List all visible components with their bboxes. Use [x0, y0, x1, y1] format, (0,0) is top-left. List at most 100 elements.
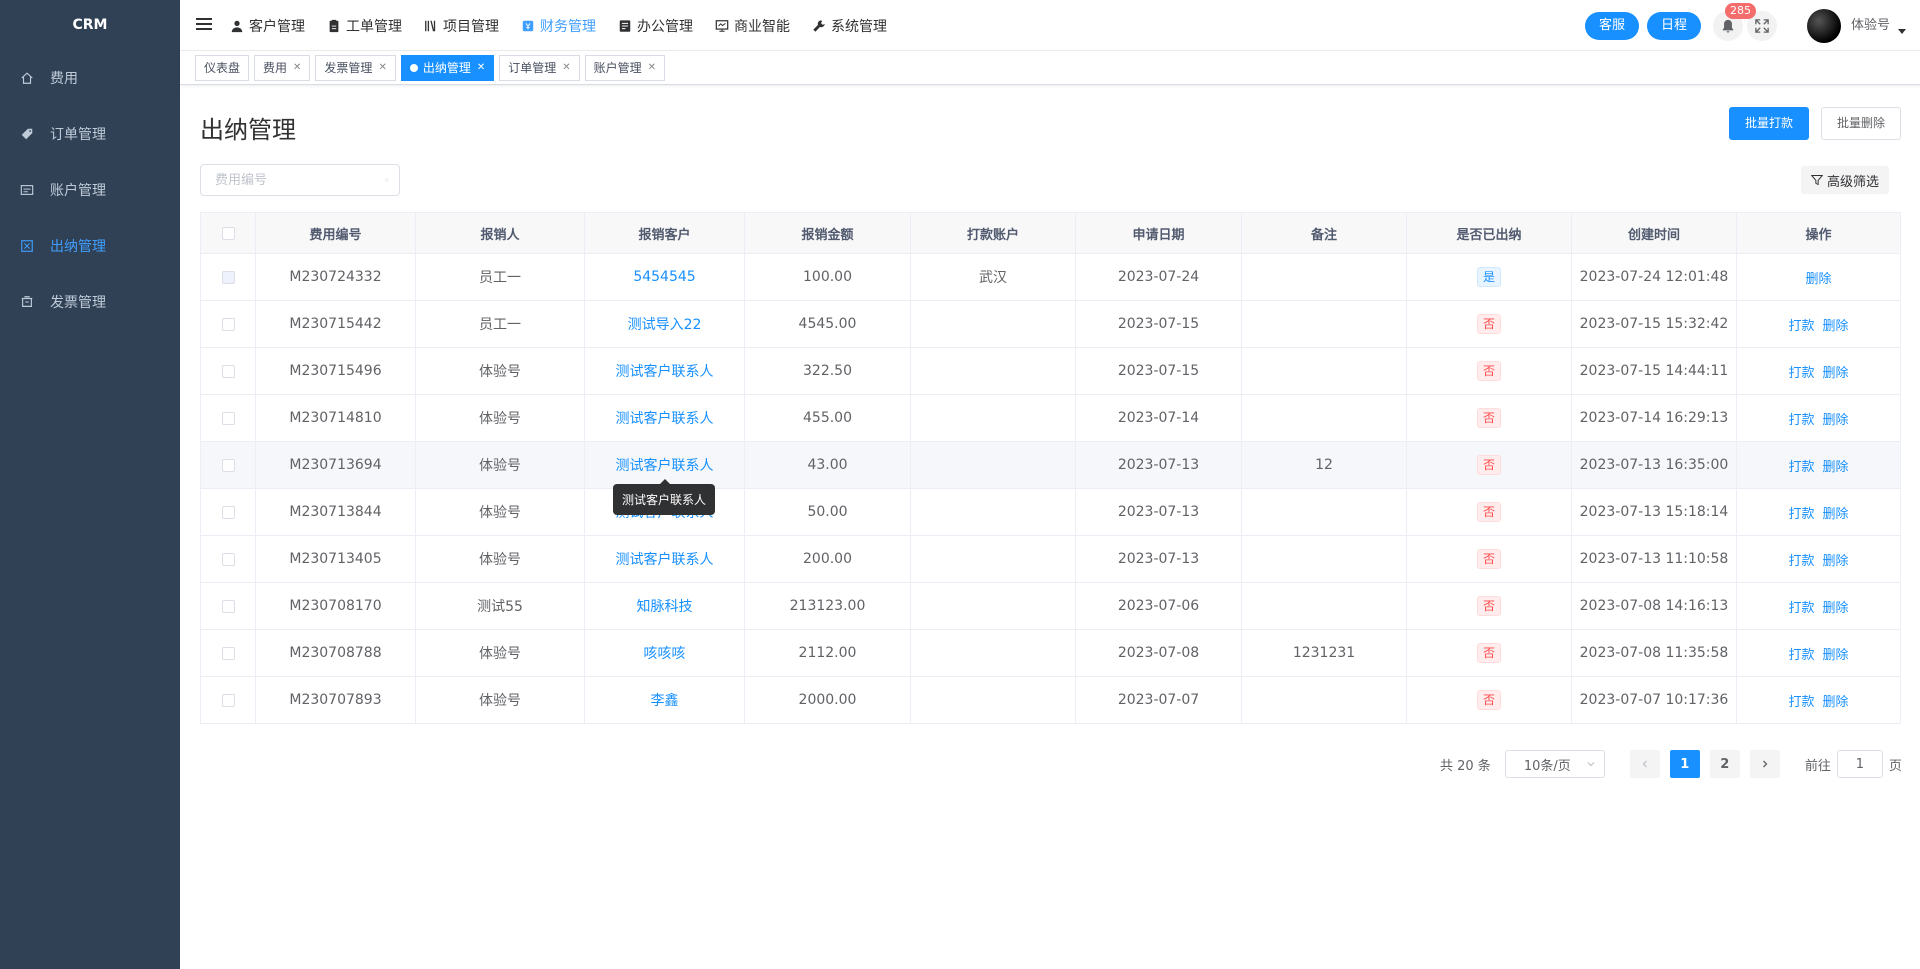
- actions-cell: 打款 删除: [1736, 394, 1901, 442]
- note: 1231231: [1241, 629, 1407, 677]
- customer-service-button[interactable]: 客服: [1584, 11, 1639, 40]
- note: [1241, 347, 1407, 395]
- note: [1241, 535, 1407, 583]
- book-icon: [424, 19, 438, 33]
- tag-4[interactable]: 订单管理 ✕: [499, 54, 580, 81]
- top-menu-label: 财务管理: [540, 18, 596, 35]
- pay-link[interactable]: 打款: [1788, 554, 1814, 569]
- app-logo: CRM: [72, 17, 108, 33]
- customer-link[interactable]: 李鑫: [651, 693, 679, 709]
- row-checkbox[interactable]: [221, 693, 235, 707]
- batch-delete-button[interactable]: 批量删除: [1821, 107, 1902, 140]
- delete-link[interactable]: 删除: [1823, 413, 1849, 428]
- row-select-cell: [200, 300, 256, 348]
- row-checkbox[interactable]: [221, 458, 235, 472]
- top-menu-item-5[interactable]: 商业智能: [715, 16, 790, 36]
- row-checkbox[interactable]: [221, 599, 235, 613]
- customer-link[interactable]: 测试客户联系人: [616, 411, 714, 427]
- note: 12: [1241, 441, 1407, 489]
- pay-link[interactable]: 打款: [1788, 648, 1814, 663]
- close-icon[interactable]: ✕: [293, 56, 301, 80]
- pay-link[interactable]: 打款: [1788, 319, 1814, 334]
- expense-code: M230724332: [255, 253, 416, 301]
- customer-link[interactable]: 知脉科技: [637, 599, 693, 615]
- tag-5[interactable]: 账户管理 ✕: [584, 54, 666, 81]
- delete-link[interactable]: 删除: [1823, 460, 1849, 475]
- page-number-button[interactable]: 2: [1709, 750, 1740, 778]
- delete-link[interactable]: 删除: [1823, 648, 1849, 663]
- customer-link[interactable]: 测试客户联系人: [616, 364, 714, 380]
- top-menu-item-3[interactable]: 财务管理: [521, 16, 596, 36]
- delete-link[interactable]: 删除: [1823, 319, 1849, 334]
- customer-link[interactable]: 咳咳咳: [644, 646, 686, 662]
- home-icon: [20, 71, 34, 85]
- sidebar-item-4[interactable]: 发票管理: [0, 274, 180, 330]
- username[interactable]: 体验号: [1851, 14, 1890, 33]
- pay-link[interactable]: 打款: [1788, 695, 1814, 710]
- customer-tooltip: 测试客户联系人: [613, 479, 716, 515]
- sidebar-item-1[interactable]: 订单管理: [0, 106, 180, 162]
- pay-link[interactable]: 打款: [1788, 507, 1814, 522]
- page-number-button[interactable]: 1: [1669, 750, 1700, 778]
- row-checkbox[interactable]: [221, 552, 235, 566]
- delete-link[interactable]: 删除: [1823, 507, 1849, 522]
- tag-1[interactable]: 费用 ✕: [254, 54, 311, 81]
- row-checkbox[interactable]: [221, 646, 235, 660]
- apply-date: 2023-07-15: [1075, 300, 1242, 348]
- customer-link[interactable]: 测试客户联系人: [616, 552, 714, 568]
- page-size-select[interactable]: 10条/页: [1504, 750, 1605, 778]
- customer-link[interactable]: 测试客户联系人: [616, 458, 714, 474]
- batch-pay-button[interactable]: 批量打款: [1729, 107, 1810, 140]
- row-checkbox[interactable]: [221, 317, 235, 331]
- customer-link[interactable]: 测试导入22: [628, 317, 702, 333]
- user-dropdown-caret-icon[interactable]: [1898, 29, 1906, 34]
- pay-link[interactable]: 打款: [1788, 460, 1814, 475]
- goto-page-input[interactable]: [1836, 750, 1883, 778]
- close-icon[interactable]: ✕: [378, 56, 386, 80]
- reimburser: 体验号: [415, 629, 585, 677]
- delete-link[interactable]: 删除: [1805, 272, 1831, 287]
- close-icon[interactable]: ✕: [648, 56, 656, 80]
- sidebar-item-0[interactable]: 费用: [0, 50, 180, 106]
- actions-cell: 打款 删除: [1736, 582, 1901, 630]
- reimburser: 体验号: [415, 394, 585, 442]
- close-icon[interactable]: ✕: [562, 56, 570, 80]
- top-menu-item-2[interactable]: 项目管理: [424, 16, 499, 36]
- customer-link[interactable]: 5454545: [633, 269, 695, 285]
- row-checkbox[interactable]: [221, 411, 235, 425]
- tag-3[interactable]: 出纳管理 ✕: [400, 54, 495, 81]
- hamburger-menu-icon[interactable]: [196, 18, 212, 32]
- expense-code: M230708788: [255, 629, 416, 677]
- sidebar-item-3[interactable]: 出纳管理: [0, 218, 180, 274]
- search-icon[interactable]: [385, 173, 389, 187]
- prev-page-button[interactable]: [1629, 750, 1660, 778]
- row-checkbox[interactable]: [221, 270, 235, 284]
- row-checkbox[interactable]: [221, 364, 235, 378]
- top-menu-item-1[interactable]: 工单管理: [327, 16, 402, 36]
- sidebar-item-2[interactable]: 账户管理: [0, 162, 180, 218]
- delete-link[interactable]: 删除: [1823, 366, 1849, 381]
- close-icon[interactable]: ✕: [477, 56, 485, 80]
- pay-link[interactable]: 打款: [1788, 601, 1814, 616]
- active-dot-icon: [409, 63, 418, 72]
- notification-bell-icon[interactable]: 285: [1712, 2, 1756, 41]
- delete-link[interactable]: 删除: [1823, 554, 1849, 569]
- next-page-button[interactable]: [1749, 750, 1780, 778]
- pay-link[interactable]: 打款: [1788, 413, 1814, 428]
- actions-cell: 打款 删除: [1736, 300, 1901, 348]
- tag-0[interactable]: 仪表盘: [195, 54, 250, 81]
- delete-link[interactable]: 删除: [1823, 601, 1849, 616]
- advanced-filter-button[interactable]: 高级筛选: [1801, 166, 1890, 194]
- top-menu-item-0[interactable]: 客户管理: [230, 16, 305, 36]
- schedule-button[interactable]: 日程: [1646, 11, 1701, 40]
- delete-link[interactable]: 删除: [1823, 695, 1849, 710]
- sidebar-item-label: 账户管理: [50, 183, 106, 199]
- pay-link[interactable]: 打款: [1788, 366, 1814, 381]
- top-menu-item-6[interactable]: 系统管理: [812, 16, 887, 36]
- select-all-checkbox[interactable]: [221, 226, 235, 240]
- tag-2[interactable]: 发票管理 ✕: [315, 54, 396, 81]
- expense-code-search-input[interactable]: [201, 165, 385, 195]
- row-checkbox[interactable]: [221, 505, 235, 519]
- user-avatar[interactable]: [1806, 8, 1841, 43]
- top-menu-item-4[interactable]: 办公管理: [618, 16, 693, 36]
